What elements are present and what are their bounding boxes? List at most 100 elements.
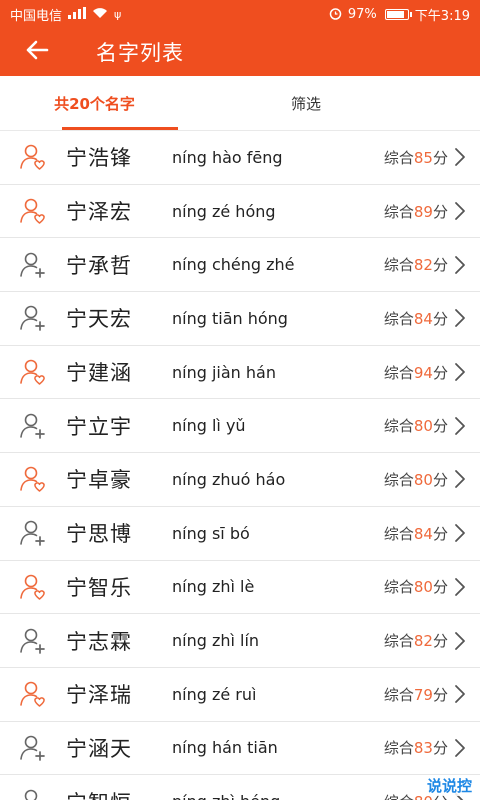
chevron-right-icon (454, 469, 480, 489)
name-text: 宁智恒 (66, 787, 172, 800)
name-row[interactable]: 宁智乐 níng zhì lè 综合80分 (0, 561, 480, 615)
score-suffix: 分 (432, 148, 448, 167)
name-row[interactable]: 宁建涵 níng jiàn hán 综合94分 (0, 346, 480, 400)
pinyin-text: níng zé hóng (172, 201, 276, 221)
chevron-right-icon (454, 631, 480, 651)
score-value: 82 (413, 256, 433, 275)
pinyin-text: níng hán tiān (172, 738, 278, 758)
score-label: 综合80分 (384, 415, 448, 436)
tab-filter[interactable]: 筛选 (189, 76, 480, 130)
tab-name-count-label: 共20个名字 (54, 94, 135, 113)
score-value: 80 (413, 578, 433, 597)
score-value: 84 (413, 524, 433, 543)
score-suffix: 分 (432, 256, 448, 275)
status-right: 97% 下午3:19 (329, 5, 470, 24)
score-label: 综合82分 (384, 630, 448, 651)
chevron-right-icon (454, 147, 480, 167)
score-prefix: 综合 (383, 309, 414, 328)
pinyin-text: níng zhuó háo (172, 469, 286, 489)
clock: 下午3:19 (414, 8, 470, 24)
name-row[interactable]: 宁志霖 níng zhì lín 综合82分 (0, 614, 480, 668)
tab-name-count[interactable]: 共20个名字 (0, 76, 189, 130)
name-text: 宁浩锋 (66, 146, 132, 171)
name-text: 宁志霖 (66, 629, 132, 654)
name-row[interactable]: 宁浩锋 níng hào fēng 综合85分 (0, 131, 480, 185)
name-row[interactable]: 宁卓豪 níng zhuó háo 综合80分 (0, 453, 480, 507)
tab-bar: 共20个名字 筛选 (0, 76, 480, 131)
battery-icon (384, 8, 412, 20)
score-label: 综合80分 (384, 469, 448, 490)
name-text: 宁泽瑞 (66, 683, 132, 708)
name-row[interactable]: 宁立宇 níng lì yǔ 综合80分 (0, 399, 480, 454)
female-user-icon (0, 668, 66, 721)
score-prefix: 综合 (384, 793, 414, 800)
name-text: 宁智乐 (66, 575, 132, 600)
score-suffix: 分 (432, 524, 448, 543)
female-user-icon (0, 453, 66, 506)
male-user-icon (0, 238, 66, 291)
battery-percent: 97% (347, 6, 377, 22)
chevron-right-icon (454, 738, 480, 758)
female-user-icon (0, 346, 66, 399)
name-row[interactable]: 宁泽瑞 níng zé ruì 综合79分 (0, 668, 480, 722)
score-prefix: 综合 (383, 578, 414, 597)
score-label: 综合79分 (384, 684, 448, 705)
pinyin-text: níng tiān hóng (172, 308, 288, 328)
name-row[interactable]: 宁天宏 níng tiān hóng 综合84分 (0, 292, 480, 346)
usb-icon: ψ (114, 7, 122, 21)
name-row[interactable]: 宁思博 níng sī bó 综合84分 (0, 507, 480, 561)
score-prefix: 综合 (383, 685, 414, 704)
score-prefix: 综合 (383, 632, 414, 651)
score-label: 综合84分 (384, 308, 448, 329)
back-arrow-icon (25, 40, 49, 64)
name-row[interactable]: 宁承哲 níng chéng zhé 综合82分 (0, 238, 480, 293)
chevron-right-icon (454, 577, 480, 597)
name-text: 宁卓豪 (66, 468, 132, 493)
app-bar: 名字列表 (0, 28, 480, 76)
pinyin-text: níng chéng zhé (172, 255, 295, 275)
carrier-label: 中国电信 (10, 8, 63, 24)
name-text: 宁泽宏 (66, 200, 132, 225)
score-value: 80 (413, 470, 433, 489)
score-value: 85 (413, 148, 433, 167)
tab-filter-label: 筛选 (291, 94, 322, 113)
name-text: 宁承哲 (66, 253, 132, 278)
back-button[interactable] (0, 28, 74, 76)
score-label: 综合85分 (384, 147, 448, 168)
male-user-icon (0, 722, 66, 775)
male-user-icon (0, 292, 66, 345)
name-text: 宁思博 (66, 522, 132, 547)
pinyin-text: níng jiàn hán (172, 362, 276, 382)
score-value: 83 (413, 739, 433, 758)
male-user-icon (0, 507, 66, 560)
alarm-icon (329, 7, 342, 22)
pinyin-text: níng zhì héng (172, 792, 384, 800)
score-prefix: 综合 (383, 470, 414, 489)
score-suffix: 分 (432, 632, 448, 651)
score-suffix: 分 (432, 578, 448, 597)
pinyin-text: níng hào fēng (172, 147, 283, 167)
score-value: 79 (413, 685, 433, 704)
name-row[interactable]: 宁涵天 níng hán tiān 综合83分 (0, 722, 480, 776)
name-row[interactable]: 宁泽宏 níng zé hóng 综合89分 (0, 185, 480, 239)
score-prefix: 综合 (383, 202, 414, 221)
pinyin-text: níng lì yǔ (172, 416, 246, 436)
female-user-icon (0, 131, 66, 184)
name-list: 宁浩锋 níng hào fēng 综合85分 宁泽宏 níng zé hóng 综合89… (0, 131, 480, 800)
pinyin-text: níng sī bó (172, 523, 250, 543)
name-text: 宁立宇 (66, 414, 132, 439)
score-prefix: 综合 (383, 148, 414, 167)
name-row[interactable]: 宁智恒níng zhì héng综合80分 (0, 775, 480, 800)
status-bar: 中国电信 ψ 97% 下午3:19 (0, 0, 480, 28)
male-user-icon (0, 399, 66, 452)
score-suffix: 分 (432, 363, 448, 382)
score-suffix: 分 (432, 417, 448, 436)
female-user-icon (0, 185, 66, 238)
male-user-icon (0, 775, 66, 800)
name-text: 宁涵天 (66, 736, 132, 761)
score-suffix: 分 (432, 685, 448, 704)
score-value: 82 (413, 632, 433, 651)
score-label: 综合82分 (384, 254, 448, 275)
status-left: 中国电信 ψ (10, 5, 121, 24)
chevron-right-icon (454, 416, 480, 436)
